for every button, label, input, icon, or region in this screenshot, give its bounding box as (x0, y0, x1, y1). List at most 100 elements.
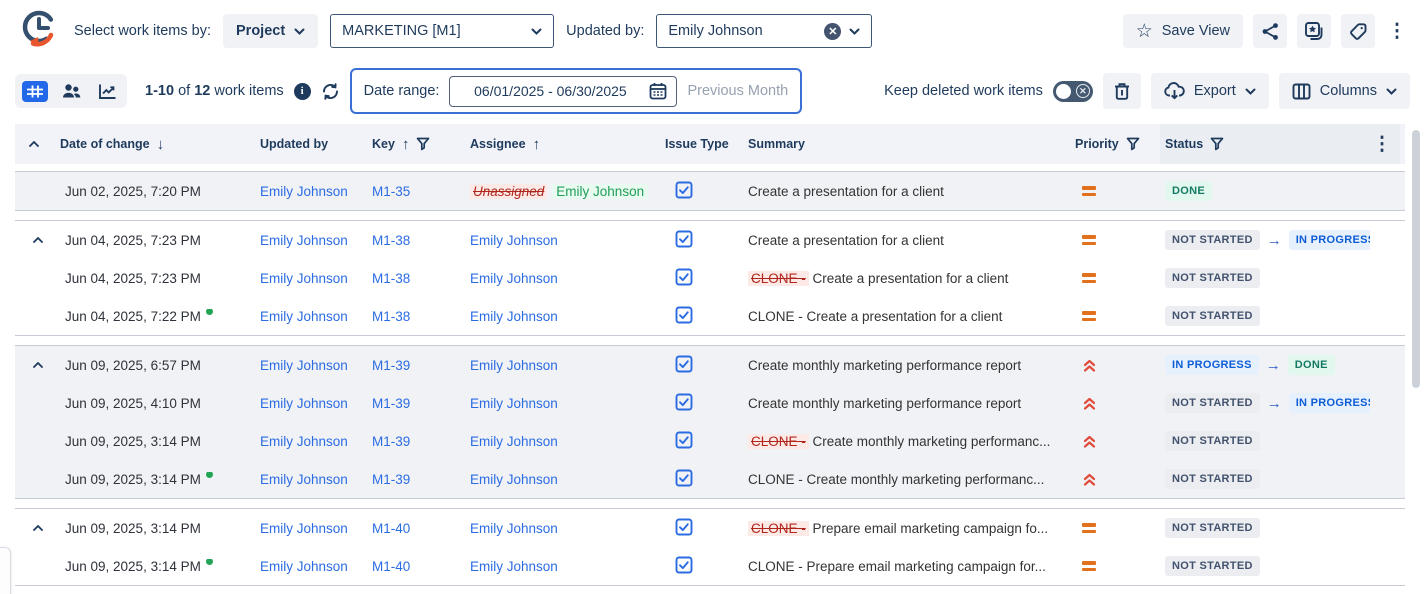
issue-type-cell (665, 431, 748, 452)
table-view-icon[interactable] (19, 78, 51, 104)
work-item-key-link[interactable]: M1-40 (372, 521, 410, 536)
updated-by-select[interactable]: Emily Johnson ✕ (656, 14, 872, 48)
chart-view-icon[interactable] (91, 78, 123, 104)
updated-by-link[interactable]: Emily Johnson (260, 309, 348, 324)
filter-icon[interactable] (416, 137, 430, 151)
task-issue-type-icon (665, 230, 693, 248)
updated-by-label: Updated by: (566, 23, 644, 39)
calendar-icon[interactable] (649, 82, 667, 100)
work-item-key-link[interactable]: M1-39 (372, 472, 410, 487)
table-row[interactable]: Jun 09, 2025, 3:14 PM Emily Johnson M1-4… (15, 509, 1405, 547)
filter-icon[interactable] (1126, 137, 1140, 151)
table-row[interactable]: Jun 04, 2025, 7:23 PM Emily Johnson M1-3… (15, 221, 1405, 259)
status-badge: NOT STARTED (1165, 469, 1260, 489)
status-cell: DONE (1160, 181, 1370, 201)
assignee-cell: Emily Johnson (470, 233, 665, 248)
sort-desc-icon[interactable]: ↓ (157, 136, 165, 153)
status-cell: NOT STARTED (1160, 268, 1370, 288)
people-view-icon[interactable] (55, 78, 87, 104)
status-badge: IN PROGRESS (1165, 355, 1259, 375)
collapse-group-button[interactable] (29, 358, 47, 372)
assignee-link[interactable]: Emily Johnson (470, 396, 558, 411)
work-item-key-link[interactable]: M1-39 (372, 358, 410, 373)
filter-icon[interactable] (1210, 137, 1224, 151)
refresh-icon[interactable] (321, 82, 340, 101)
updated-by-link[interactable]: Emily Johnson (260, 521, 348, 536)
updated-by-link[interactable]: Emily Johnson (260, 434, 348, 449)
select-by-dropdown[interactable]: Project (223, 14, 318, 48)
work-item-key-link[interactable]: M1-38 (372, 309, 410, 324)
work-item-key-link[interactable]: M1-35 (372, 184, 410, 199)
updated-by-link[interactable]: Emily Johnson (260, 396, 348, 411)
work-item-change-group: Jun 02, 2025, 7:20 PM Emily Johnson M1-3… (15, 171, 1405, 211)
kebab-menu-icon[interactable]: ⋮ (1385, 14, 1409, 48)
work-item-key-link[interactable]: M1-38 (372, 233, 410, 248)
table-row[interactable]: Jun 09, 2025, 4:10 PM Emily Johnson M1-3… (15, 384, 1405, 422)
table-row[interactable]: Jun 09, 2025, 6:57 PM Emily Johnson M1-3… (15, 346, 1405, 384)
task-issue-type-icon (665, 181, 693, 199)
new-assignee-value: Emily Johnson (552, 184, 648, 199)
updated-by-link[interactable]: Emily Johnson (260, 358, 348, 373)
assignee-link[interactable]: Emily Johnson (470, 271, 558, 286)
info-icon[interactable]: i (294, 83, 311, 100)
tag-button[interactable] (1341, 14, 1375, 48)
saved-views-button[interactable] (1297, 14, 1331, 48)
assignee-link[interactable]: Emily Johnson (470, 472, 558, 487)
delete-button[interactable] (1103, 73, 1141, 109)
table-row[interactable]: Jun 04, 2025, 7:22 PM Emily Johnson M1-3… (15, 297, 1405, 335)
assignee-link[interactable]: Emily Johnson (470, 309, 558, 324)
table-row[interactable]: Jun 04, 2025, 7:23 PM Emily Johnson M1-3… (15, 259, 1405, 297)
save-view-button[interactable]: ☆ Save View (1123, 14, 1243, 48)
top-filter-bar: Select work items by: Project MARKETING … (0, 0, 1425, 62)
assignee-cell: Emily Johnson (470, 434, 665, 449)
work-item-key-link[interactable]: M1-39 (372, 396, 410, 411)
table-row[interactable]: Jun 09, 2025, 3:14 PM Emily Johnson M1-3… (15, 460, 1405, 498)
keep-deleted-toggle[interactable]: ✕ (1053, 81, 1093, 102)
date-range-input[interactable]: 06/01/2025 - 06/30/2025 (449, 76, 677, 107)
project-select[interactable]: MARKETING [M1] (330, 14, 554, 48)
table-kebab-menu-icon[interactable]: ⋮ (1372, 129, 1392, 159)
issue-type-cell (665, 556, 748, 577)
summary-text: CLONE - Create a presentation for a clie… (748, 309, 1002, 324)
columns-button[interactable]: Columns (1279, 73, 1410, 109)
updated-by-link[interactable]: Emily Johnson (260, 271, 348, 286)
assignee-link[interactable]: Emily Johnson (470, 233, 558, 248)
tag-icon (1349, 22, 1368, 41)
chevron-down-icon (1245, 88, 1256, 95)
export-button[interactable]: Export (1151, 73, 1269, 109)
issue-type-cell (665, 230, 748, 251)
collapse-group-button[interactable] (29, 521, 47, 535)
vertical-scrollbar[interactable] (1412, 130, 1420, 388)
assignee-link[interactable]: Emily Johnson (470, 521, 558, 536)
removed-summary-prefix: CLONE - (748, 271, 809, 286)
side-panel-tab[interactable] (0, 547, 11, 594)
updated-by-link[interactable]: Emily Johnson (260, 233, 348, 248)
chevron-down-icon (1386, 88, 1397, 95)
date-of-change-cell: Jun 04, 2025, 7:23 PM (60, 233, 260, 248)
collapse-group-button[interactable] (29, 233, 47, 247)
priority-cell (1070, 235, 1160, 244)
created-indicator-dot (206, 472, 213, 478)
sort-asc-icon[interactable]: ↑ (402, 136, 410, 153)
date-of-change-cell: Jun 09, 2025, 4:10 PM (60, 396, 260, 411)
table-row[interactable]: Jun 09, 2025, 3:14 PM Emily Johnson M1-3… (15, 422, 1405, 460)
export-label: Export (1194, 83, 1236, 99)
date-range-group: Date range: 06/01/2025 - 06/30/2025 Prev… (350, 68, 803, 114)
work-item-key-link[interactable]: M1-38 (372, 271, 410, 286)
updated-by-link[interactable]: Emily Johnson (260, 559, 348, 574)
assignee-link[interactable]: Emily Johnson (470, 434, 558, 449)
updated-by-link[interactable]: Emily Johnson (260, 184, 348, 199)
assignee-link[interactable]: Emily Johnson (470, 559, 558, 574)
assignee-link[interactable]: Emily Johnson (470, 358, 558, 373)
issue-type-cell (665, 306, 748, 327)
work-item-key-link[interactable]: M1-39 (372, 434, 410, 449)
updated-by-link[interactable]: Emily Johnson (260, 472, 348, 487)
clear-filter-icon[interactable]: ✕ (824, 23, 841, 40)
table-row[interactable]: Jun 09, 2025, 3:14 PM Emily Johnson M1-4… (15, 547, 1405, 585)
table-row[interactable]: Jun 02, 2025, 7:20 PM Emily Johnson M1-3… (15, 172, 1405, 210)
share-button[interactable] (1253, 14, 1287, 48)
summary-text: CLONE - Create monthly marketing perform… (748, 472, 1044, 487)
collapse-all-button[interactable] (29, 141, 39, 147)
work-item-key-link[interactable]: M1-40 (372, 559, 410, 574)
sort-asc-icon[interactable]: ↑ (533, 136, 541, 153)
